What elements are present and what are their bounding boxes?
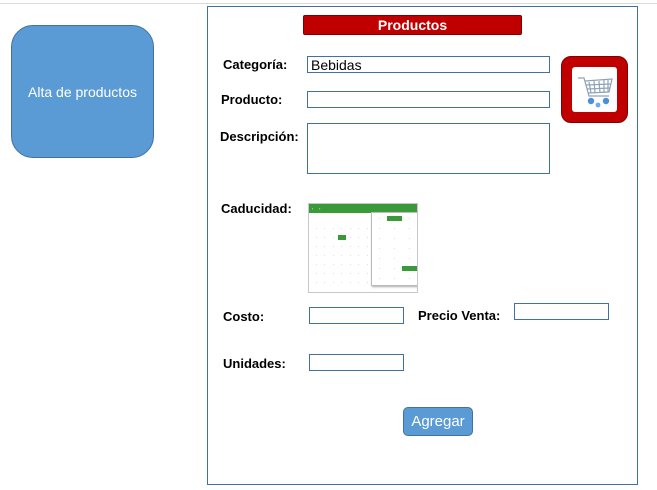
calendar-next-icon[interactable]: ›: [319, 206, 320, 211]
category-label: Categoría:: [223, 57, 288, 72]
add-products-nav-label: Alta de productos: [28, 83, 137, 100]
category-input[interactable]: [307, 56, 550, 73]
form-title: Productos: [377, 17, 448, 33]
sale-price-input[interactable]: [514, 303, 609, 320]
product-label: Producto:: [221, 92, 283, 107]
cost-input[interactable]: [309, 307, 404, 324]
calendar-selected-day[interactable]: [337, 235, 346, 240]
top-divider: [0, 3, 657, 4]
expiry-label: Caducidad:: [221, 201, 292, 216]
calendar-prev-icon[interactable]: ‹: [312, 206, 313, 211]
form-title-bar: Productos: [303, 15, 522, 35]
description-label: Descripción:: [220, 129, 299, 144]
units-label: Unidades:: [223, 356, 286, 371]
shopping-cart-icon: [577, 76, 613, 107]
product-input[interactable]: [307, 91, 550, 108]
product-image-badge: [561, 56, 628, 123]
description-textarea[interactable]: [307, 123, 550, 174]
calendar-day-grid: · · · · · · · · · · · · · · · · · · · · · · · · · · · · · · · · · · …: [315, 226, 368, 285]
expiry-date-picker[interactable]: ‹ › · · · · · · · · · · · · · · · · · · · · · · · · · · · · · · ·…: [308, 203, 418, 293]
cost-label: Costo:: [223, 309, 265, 324]
sale-price-label: Precio Venta:: [418, 308, 501, 323]
units-input[interactable]: [309, 354, 404, 371]
add-products-nav-tile[interactable]: Alta de productos: [11, 25, 154, 158]
add-button[interactable]: Agregar: [403, 407, 473, 436]
month-year-popup[interactable]: · · · · · · · · · · · · · · · · · · ·: [371, 212, 417, 286]
cart-image-frame: [572, 67, 617, 112]
